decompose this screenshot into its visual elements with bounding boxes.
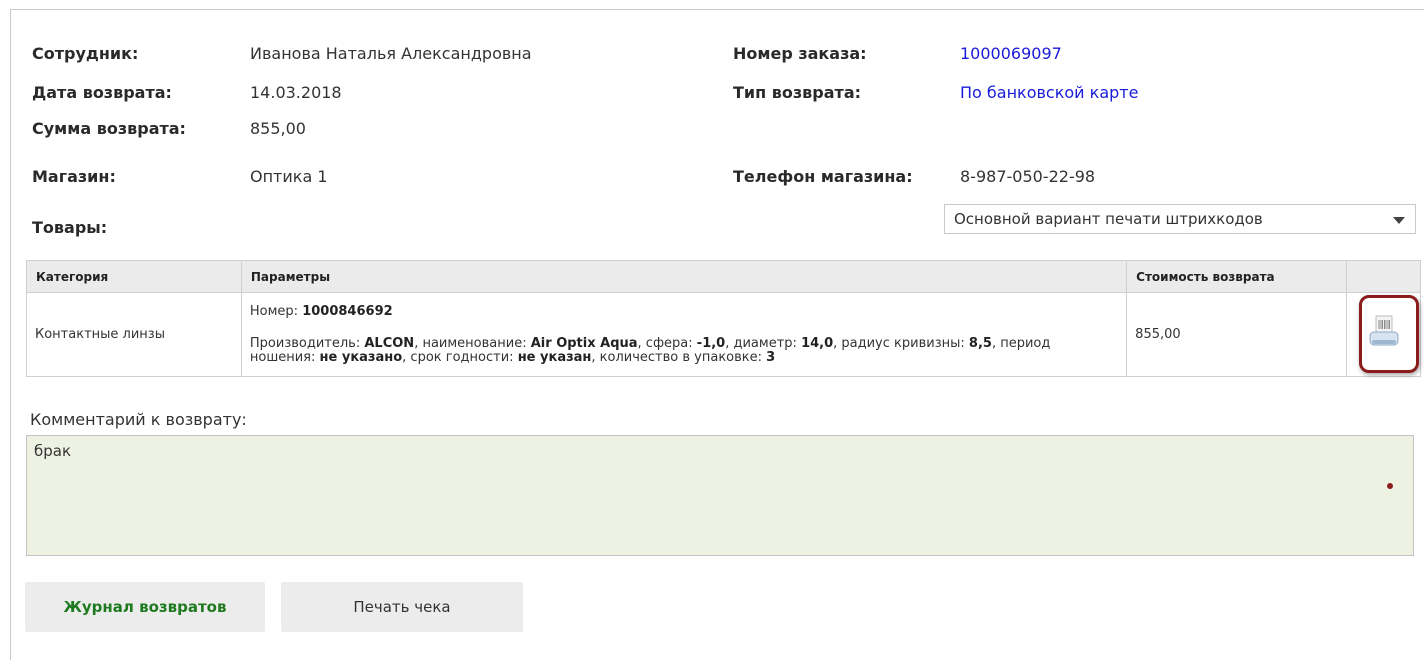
store-phone-value: 8-987-050-22-98 <box>960 167 1096 186</box>
store-value: Оптика 1 <box>250 167 328 186</box>
return-date-value: 14.03.2018 <box>250 83 342 102</box>
cell-return-cost: 855,00 <box>1126 292 1348 377</box>
store-phone-label: Телефон магазина: <box>733 167 913 186</box>
print-receipt-button[interactable]: Печать чека <box>281 582 523 632</box>
cursor-dot <box>1387 483 1393 489</box>
return-sum-value: 855,00 <box>250 119 306 138</box>
column-header-actions <box>1346 260 1421 293</box>
returns-journal-button[interactable]: Журнал возвратов <box>25 582 265 632</box>
return-type-label: Тип возврата: <box>733 83 862 102</box>
cell-category: Контактные линзы <box>26 292 242 377</box>
store-label: Магазин: <box>32 167 116 186</box>
employee-value: Иванова Наталья Александровна <box>250 44 532 63</box>
order-number-label: Номер заказа: <box>733 44 867 63</box>
table-header-row: Категория Параметры Стоимость возврата <box>26 260 1421 293</box>
cell-parameters: Номер: 1000846692 Производитель: ALCON, … <box>240 292 1128 377</box>
item-description: Производитель: ALCON, наименование: Air … <box>249 335 1051 365</box>
comment-textarea[interactable]: брак <box>26 435 1414 556</box>
goods-label: Товары: <box>32 218 108 237</box>
cell-print-action <box>1346 292 1421 377</box>
return-date-label: Дата возврата: <box>32 83 172 102</box>
goods-table: Категория Параметры Стоимость возврата К… <box>26 260 1421 377</box>
employee-label: Сотрудник: <box>32 44 139 63</box>
barcode-printer-icon[interactable] <box>1368 315 1400 349</box>
table-row: Контактные линзы Номер: 1000846692 Произ… <box>26 292 1421 377</box>
return-type-link[interactable]: По банковской карте <box>960 83 1138 102</box>
column-header-category: Категория <box>26 260 242 293</box>
chevron-down-icon[interactable] <box>1393 217 1405 224</box>
barcode-print-variant-select[interactable]: Основной вариант печати штрихкодов <box>944 204 1416 234</box>
order-number-link[interactable]: 1000069097 <box>960 44 1062 63</box>
column-header-parameters: Параметры <box>240 260 1128 293</box>
return-sum-label: Сумма возврата: <box>32 119 186 138</box>
comment-label: Комментарий к возврату: <box>30 410 247 429</box>
barcode-print-variant-value: Основной вариант печати штрихкодов <box>954 210 1263 228</box>
column-header-return-cost: Стоимость возврата <box>1126 260 1348 293</box>
item-number: Номер: 1000846692 <box>249 303 393 319</box>
